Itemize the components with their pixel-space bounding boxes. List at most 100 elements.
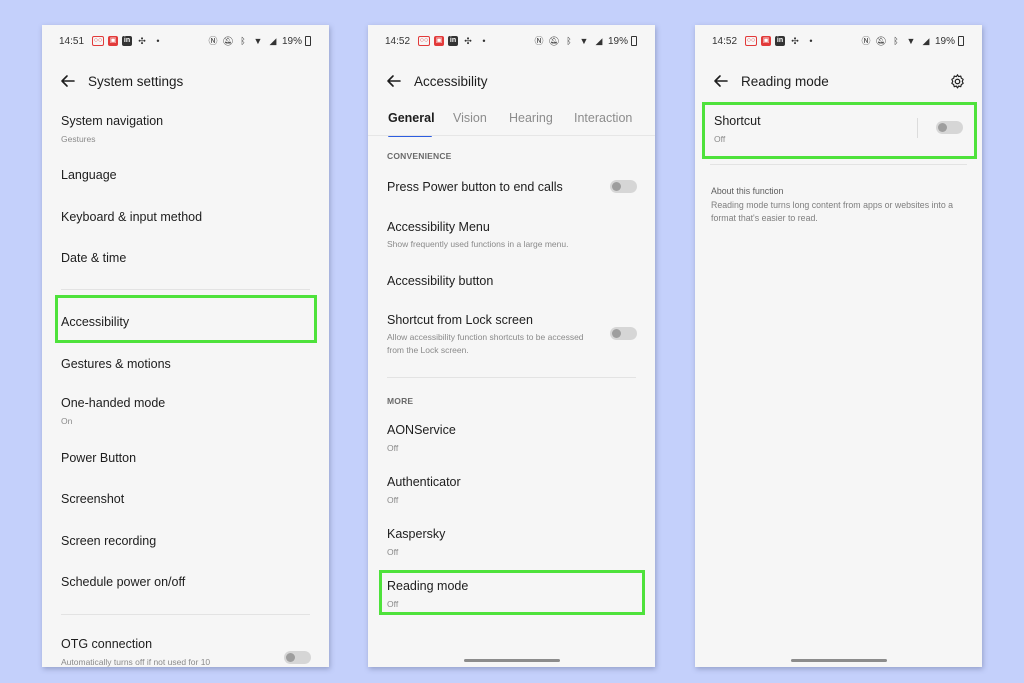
settings-item-schedule-power[interactable]: Schedule power on/off: [61, 575, 185, 589]
pinwheel-icon: ✣: [464, 36, 472, 46]
system-status-icons: Ⓝ 🔕︎ ᛒ ▼ ◢ 19%: [207, 35, 311, 47]
tab-bar: General Vision Hearing Interaction: [368, 110, 655, 138]
item-subtitle: Show frequently used functions in a larg…: [387, 239, 569, 249]
item-title: One-handed mode: [61, 396, 166, 410]
settings-item-power-button[interactable]: Power Button: [61, 451, 136, 465]
signal-icon: ◢: [595, 36, 603, 46]
more-dot-icon: •: [809, 36, 813, 46]
item-subtitle: Automatically turns off if not used for …: [61, 657, 211, 667]
tab-interaction[interactable]: Interaction: [574, 111, 632, 125]
app-notification-icon: ▣: [761, 36, 771, 46]
linkedin-icon: in: [775, 36, 785, 46]
back-arrow-icon[interactable]: [385, 72, 403, 90]
lock-screen-shortcut-toggle[interactable]: [610, 327, 637, 340]
item-title: OTG connection: [61, 637, 153, 651]
notification-icons: ○○ ▣ in ✣ •: [92, 35, 164, 47]
app-notification-icon: ○○: [745, 36, 757, 46]
status-bar: 14:51 ○○ ▣ in ✣ • Ⓝ 🔕︎ ᛒ ▼ ◢ 19%: [42, 25, 329, 59]
battery-percent: 19%: [607, 35, 628, 47]
battery-percent: 19%: [281, 35, 302, 47]
battery-percent: 19%: [934, 35, 955, 47]
highlight-box: [55, 295, 317, 343]
page-title: System settings: [88, 74, 184, 89]
item-subtitle: Off: [387, 495, 399, 505]
linkedin-icon: in: [448, 36, 458, 46]
mute-icon: 🔕︎: [548, 36, 560, 46]
system-status-icons: Ⓝ 🔕︎ ᛒ ▼ ◢ 19%: [533, 35, 637, 47]
divider: [368, 135, 655, 136]
app-notification-icon: ○○: [418, 36, 430, 46]
item-title: Kaspersky: [387, 527, 446, 541]
settings-item-screen-recording[interactable]: Screen recording: [61, 534, 156, 548]
wifi-icon: ▼: [253, 36, 263, 46]
signal-icon: ◢: [922, 36, 930, 46]
page-title: Reading mode: [741, 74, 829, 89]
item-subtitle: Off: [387, 443, 399, 453]
status-bar: 14:52 ○○ ▣ in ✣ • Ⓝ 🔕︎ ᛒ ▼ ◢ 19%: [368, 25, 655, 59]
app-notification-icon: ○○: [92, 36, 104, 46]
otg-toggle[interactable]: [284, 651, 311, 664]
app-notification-icon: ▣: [108, 36, 118, 46]
about-description: Reading mode turns long content from app…: [711, 200, 954, 223]
mute-icon: 🔕︎: [222, 36, 234, 46]
tab-general[interactable]: General: [388, 111, 435, 125]
app-notification-icon: ▣: [434, 36, 444, 46]
settings-item-gestures[interactable]: Gestures & motions: [61, 357, 171, 371]
home-indicator[interactable]: [464, 659, 560, 662]
settings-item-keyboard[interactable]: Keyboard & input method: [61, 210, 202, 224]
about-heading: About this function: [711, 186, 784, 196]
tab-vision[interactable]: Vision: [453, 111, 487, 125]
accessibility-screen: 14:52 ○○ ▣ in ✣ • Ⓝ 🔕︎ ᛒ ▼ ◢ 19% Accessi…: [368, 25, 655, 667]
item-title: System navigation: [61, 114, 164, 128]
system-status-icons: Ⓝ 🔕︎ ᛒ ▼ ◢ 19%: [860, 35, 964, 47]
back-arrow-icon[interactable]: [59, 72, 77, 90]
setting-press-power-end-calls[interactable]: Press Power button to end calls: [387, 180, 563, 194]
item-subtitle: Allow accessibility function shortcuts t…: [387, 332, 584, 355]
item-title: Shortcut from Lock screen: [387, 313, 533, 327]
tab-hearing[interactable]: Hearing: [509, 111, 553, 125]
wifi-icon: ▼: [906, 36, 916, 46]
section-heading-convenience: CONVENIENCE: [387, 151, 452, 161]
reading-mode-screen: 14:52 ○○ ▣ in ✣ • Ⓝ 🔕︎ ᛒ ▼ ◢ 19% Reading…: [695, 25, 982, 667]
status-time: 14:52: [712, 36, 738, 47]
section-heading-more: MORE: [387, 396, 414, 406]
highlight-box: [379, 570, 645, 615]
item-subtitle: On: [61, 416, 73, 426]
more-dot-icon: •: [156, 36, 160, 46]
battery-icon: [631, 36, 637, 46]
item-subtitle: Gestures: [61, 134, 96, 144]
divider: [387, 377, 636, 378]
more-dot-icon: •: [482, 36, 486, 46]
highlight-box: [702, 102, 977, 159]
settings-item-date-time[interactable]: Date & time: [61, 251, 126, 265]
item-title: AONService: [387, 423, 456, 437]
page-title: Accessibility: [414, 74, 488, 89]
home-indicator[interactable]: [791, 659, 887, 662]
divider: [61, 614, 310, 615]
gear-icon[interactable]: [949, 73, 966, 90]
pinwheel-icon: ✣: [791, 36, 799, 46]
notification-icons: ○○ ▣ in ✣ •: [418, 35, 490, 47]
battery-icon: [958, 36, 964, 46]
status-time: 14:52: [385, 36, 411, 47]
system-settings-screen: 14:51 ○○ ▣ in ✣ • Ⓝ 🔕︎ ᛒ ▼ ◢ 19% System …: [42, 25, 329, 667]
mute-icon: 🔕︎: [875, 36, 887, 46]
wifi-icon: ▼: [579, 36, 589, 46]
pinwheel-icon: ✣: [138, 36, 146, 46]
setting-accessibility-button[interactable]: Accessibility button: [387, 274, 493, 288]
nfc-icon: Ⓝ: [861, 36, 871, 46]
status-bar: 14:52 ○○ ▣ in ✣ • Ⓝ 🔕︎ ᛒ ▼ ◢ 19%: [695, 25, 982, 59]
status-time: 14:51: [59, 36, 85, 47]
end-calls-toggle[interactable]: [610, 180, 637, 193]
bluetooth-icon: ᛒ: [566, 36, 572, 46]
item-title: Accessibility Menu: [387, 220, 490, 234]
divider: [710, 164, 967, 165]
settings-item-screenshot[interactable]: Screenshot: [61, 492, 124, 506]
nfc-icon: Ⓝ: [208, 36, 218, 46]
bluetooth-icon: ᛒ: [240, 36, 246, 46]
divider: [61, 289, 310, 290]
back-arrow-icon[interactable]: [712, 72, 730, 90]
linkedin-icon: in: [122, 36, 132, 46]
settings-item-language[interactable]: Language: [61, 168, 117, 182]
notification-icons: ○○ ▣ in ✣ •: [745, 35, 817, 47]
